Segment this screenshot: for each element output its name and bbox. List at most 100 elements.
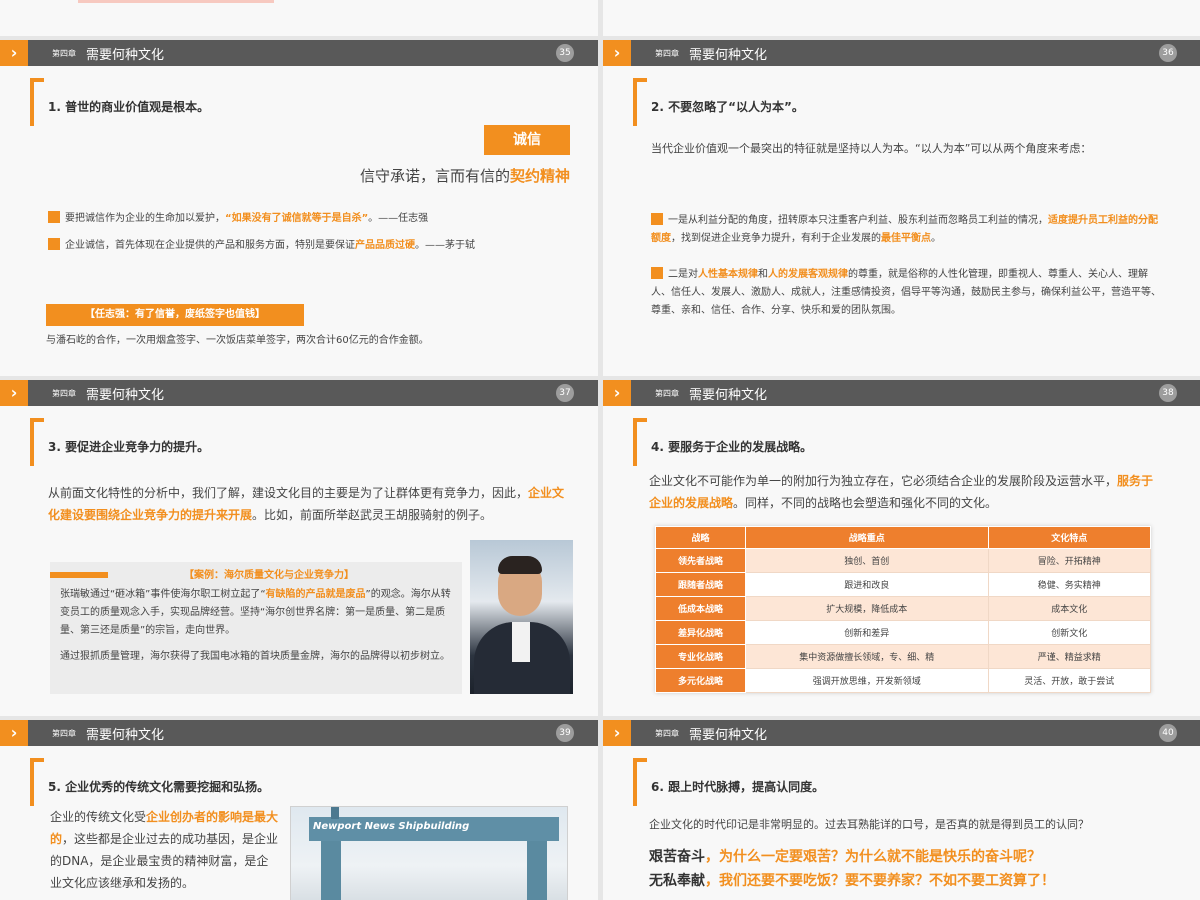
bullet-text: 一是从利益分配的角度，扭转原本只注重客户利益、股东利益而忽略员工利益的情况，: [668, 215, 1048, 226]
case-bar: 【任志强：有了信誉，废纸签字也值钱】: [46, 304, 304, 326]
paragraph: 企业文化不可能作为单一的附加行为独立存在，它必须结合企业的发展阶段及运营水平，服…: [649, 470, 1159, 514]
table-header-cell: 战略: [655, 526, 746, 549]
table-row: 多元化战略 强调开放思维，开发新领域 灵活、开放，敢于尝试: [655, 668, 1152, 693]
paragraph-text: 企业文化不可能作为单一的附加行为独立存在，它必须结合企业的发展阶段及运营水平，: [649, 474, 1118, 488]
bullet-square-icon: [48, 238, 60, 250]
slide-subtitle: 5. 企业优秀的传统文化需要挖掘和弘扬。: [48, 780, 270, 794]
table-cell: 低成本战略: [655, 596, 746, 621]
shipyard-photo: Newport News Shipbuilding: [290, 806, 568, 900]
slide-subtitle: 6. 跟上时代脉搏，提高认同度。: [651, 780, 825, 794]
table-cell: 扩大规模，降低成本: [745, 596, 989, 621]
page-number: 40: [1159, 724, 1177, 742]
slide-header: › 第四章 需要何种文化 39: [0, 720, 598, 746]
section-title: 需要何种文化: [689, 728, 768, 743]
slide-remnant-right: [603, 0, 1200, 36]
bracket-decoration: [30, 418, 44, 466]
table-cell: 集中资源做擅长领域，专、细、精: [745, 644, 989, 669]
slide-remnant-left: [0, 0, 598, 36]
table-cell: 严谨、精益求精: [987, 644, 1152, 669]
slide-subtitle: 3. 要促进企业竞争力的提升。: [48, 440, 210, 454]
section-title: 需要何种文化: [689, 388, 768, 403]
section-title: 需要何种文化: [689, 48, 768, 63]
table-cell: 稳健、务实精神: [987, 572, 1152, 597]
bullet-text: 。: [931, 233, 941, 244]
crane-sign: Newport News Shipbuilding: [313, 821, 470, 832]
intro-text: 当代企业价值观一个最突出的特征就是坚持以人为本。“以人为本”可以从两个角度来考虑…: [651, 142, 1092, 155]
bullet-highlight: “如果没有了诚信就等于是自杀”: [225, 213, 369, 224]
case-text: 与潘石屹的合作，一次用烟盒签字、一次饭店菜单签字，两次合计60亿元的合作金额。: [46, 335, 429, 346]
case-title: 【案例：海尔质量文化与企业竞争力】: [184, 570, 354, 581]
paragraph-text: ，这些都是企业过去的成功基因，是企业的DNA，是企业最宝贵的精神财富，是企业文化…: [50, 832, 279, 890]
slide-37[interactable]: › 第四章 需要何种文化 37 3. 要促进企业竞争力的提升。 从前面文化特性的…: [0, 380, 598, 720]
chapter-label: 第四章: [52, 49, 76, 58]
chevron-right-icon: ›: [603, 40, 631, 66]
table-header-cell: 战略重点: [745, 526, 989, 549]
table-cell: 领先者战略: [655, 548, 746, 573]
case-box: 【案例：海尔质量文化与企业竞争力】 张瑞敏通过“砸冰箱”事件使海尔职工树立起了“…: [50, 562, 462, 694]
slide-36[interactable]: › 第四章 需要何种文化 36 2. 不要忽略了“以人为本”。 当代企业价值观一…: [603, 40, 1200, 380]
table-cell: 灵活、开放，敢于尝试: [987, 668, 1152, 693]
bullet-text: 。——任志强: [368, 213, 429, 224]
section-title: 需要何种文化: [86, 728, 165, 743]
bullet-text: 二是对: [668, 269, 698, 280]
bullet-2: 二是对人性基本规律和人的发展客观规律的尊重，就是俗称的人性化管理，即重视人、尊重…: [651, 266, 1163, 320]
slogan-line-1: 艰苦奋斗，为什么一定要艰苦？为什么就不能是快乐的奋斗呢？: [649, 846, 1041, 866]
paragraph-text: 从前面文化特性的分析中，我们了解，建设文化目的主要是为了让群体更有竞争力，因此，: [48, 486, 529, 500]
section-title: 需要何种文化: [86, 48, 165, 63]
crane-mast: [331, 807, 339, 819]
bullet-text: ，找到促进企业竞争力提升，有利于企业发展的: [671, 233, 881, 244]
chapter-label: 第四章: [52, 729, 76, 738]
slide-subtitle: 1. 普世的商业价值观是根本。: [48, 100, 210, 114]
slide-header: › 第四章 需要何种文化 36: [603, 40, 1200, 66]
slide-39[interactable]: › 第四章 需要何种文化 39 5. 企业优秀的传统文化需要挖掘和弘扬。 企业的…: [0, 720, 598, 900]
tagline-highlight: 契约精神: [509, 167, 570, 185]
table-row: 领先者战略 独创、首创 冒险、开拓精神: [655, 548, 1152, 573]
crane-leg: [321, 841, 341, 900]
table-cell: 差异化战略: [655, 620, 746, 645]
slide-header: › 第四章 需要何种文化 40: [603, 720, 1200, 746]
portrait-shirt: [512, 622, 530, 662]
table-cell: 创新文化: [987, 620, 1152, 645]
slide-35[interactable]: › 第四章 需要何种文化 35 1. 普世的商业价值观是根本。 诚信 信守承诺，…: [0, 40, 598, 380]
chevron-right-icon: ›: [603, 720, 631, 746]
slide-header: › 第四章 需要何种文化 35: [0, 40, 598, 66]
slide-header: › 第四章 需要何种文化 38: [603, 380, 1200, 406]
remnant-bar: [78, 0, 274, 3]
paragraph: 企业的传统文化受企业创办者的影响是最大的，这些都是企业过去的成功基因，是企业的D…: [50, 806, 280, 894]
chevron-right-icon: ›: [0, 720, 28, 746]
paragraph: 从前面文化特性的分析中，我们了解，建设文化目的主要是为了让群体更有竞争力，因此，…: [48, 482, 568, 526]
slide-38[interactable]: › 第四章 需要何种文化 38 4. 要服务于企业的发展战略。 企业文化不可能作…: [603, 380, 1200, 720]
bracket-decoration: [633, 78, 647, 126]
page-number: 38: [1159, 384, 1177, 402]
chevron-right-icon: ›: [0, 40, 28, 66]
table-cell: 强调开放思维，开发新领域: [745, 668, 989, 693]
table-cell: 创新和差异: [745, 620, 989, 645]
table-cell: 冒险、开拓精神: [987, 548, 1152, 573]
chapter-label: 第四章: [655, 49, 679, 58]
grid-divider-vertical: [598, 0, 603, 900]
bullet-text: 要把诚信作为企业的生命加以爱护，: [65, 213, 225, 224]
case-text-part: 张瑞敏通过“砸冰箱”事件使海尔职工树立起了“: [60, 589, 266, 600]
table-header-cell: 文化特点: [987, 526, 1152, 549]
table-row: 专业化战略 集中资源做擅长领域，专、细、精 严谨、精益求精: [655, 644, 1152, 669]
grid-divider-horizontal: [0, 36, 1200, 40]
bullet-square-icon: [651, 267, 663, 279]
table-cell: 专业化战略: [655, 644, 746, 669]
chevron-right-icon: ›: [0, 380, 28, 406]
table-cell: 跟随者战略: [655, 572, 746, 597]
bullet-highlight: 人性基本规律: [698, 269, 758, 280]
slide-40[interactable]: › 第四章 需要何种文化 40 6. 跟上时代脉搏，提高认同度。 企业文化的时代…: [603, 720, 1200, 900]
strategy-table: 战略 战略重点 文化特点 领先者战略 独创、首创 冒险、开拓精神 跟随者战略 跟…: [655, 526, 1152, 693]
grid-divider-horizontal: [0, 376, 1200, 380]
grid-divider-horizontal: [0, 716, 1200, 720]
case-text-2: 通过狠抓质量管理，海尔获得了我国电冰箱的首块质量金牌，海尔的品牌得以初步树立。: [60, 651, 450, 662]
page-number: 35: [556, 44, 574, 62]
table-row: 差异化战略 创新和差异 创新文化: [655, 620, 1152, 645]
table-row: 跟随者战略 跟进和改良 稳健、务实精神: [655, 572, 1152, 597]
bracket-decoration: [30, 758, 44, 806]
paragraph-text: 。同样，不同的战略也会塑造和强化不同的文化。: [733, 496, 998, 510]
slide-subtitle: 4. 要服务于企业的发展战略。: [651, 440, 813, 454]
table-cell: 独创、首创: [745, 548, 989, 573]
case-box-stripe: [50, 572, 108, 578]
table-cell: 跟进和改良: [745, 572, 989, 597]
